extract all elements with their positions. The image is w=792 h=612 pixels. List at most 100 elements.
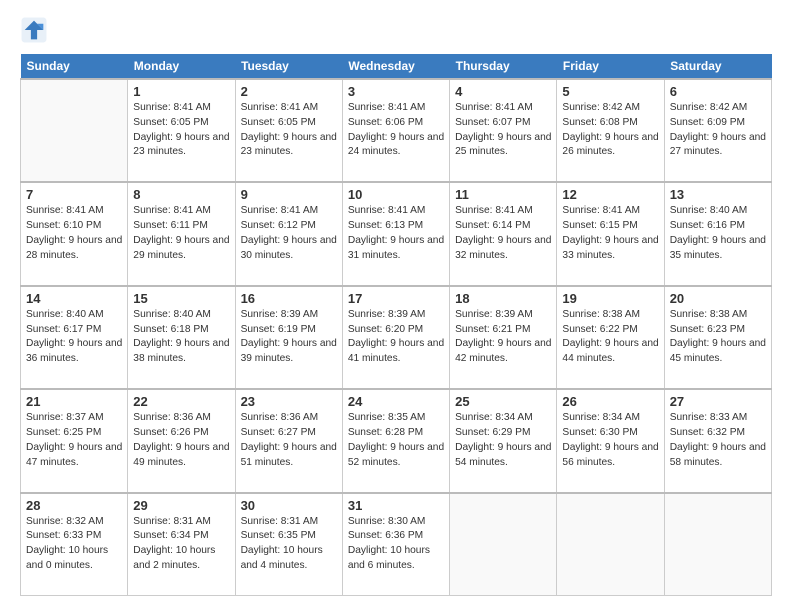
day-number: 14 [26,291,122,306]
day-number: 19 [562,291,658,306]
day-number: 31 [348,498,444,513]
calendar-cell: 4Sunrise: 8:41 AM Sunset: 6:07 PM Daylig… [450,79,557,182]
day-number: 8 [133,187,229,202]
day-number: 28 [26,498,122,513]
day-info: Sunrise: 8:38 AM Sunset: 6:23 PM Dayligh… [670,308,766,367]
week-row-4: 21 Sunrise: 8:37 AM Sunset: 6:25 PM Dayli… [21,389,772,492]
day-number: 9 [241,187,337,202]
day-info: Sunrise: 8:36 AM Sunset: 6:26 PM Dayligh… [133,411,229,470]
day-info: Sunrise: 8:31 AM Sunset: 6:35 PM Dayligh… [241,515,337,574]
day-info: Sunrise: 8:41 AM Sunset: 6:05 PM Dayligh… [241,101,337,160]
calendar-cell: 9 Sunrise: 8:41 AM Sunset: 6:12 PM Daylig… [235,182,342,285]
day-info: Sunrise: 8:33 AM Sunset: 6:32 PM Dayligh… [670,411,766,470]
day-info: Sunrise: 8:40 AM Sunset: 6:17 PM Dayligh… [26,308,122,367]
week-row-3: 14 Sunrise: 8:40 AM Sunset: 6:17 PM Dayli… [21,286,772,389]
day-number: 10 [348,187,444,202]
day-number: 22 [133,394,229,409]
calendar-cell: 29 Sunrise: 8:31 AM Sunset: 6:34 PM Dayli… [128,493,235,596]
day-info: Sunrise: 8:31 AM Sunset: 6:34 PM Dayligh… [133,515,229,574]
calendar-cell: 3 Sunrise: 8:41 AM Sunset: 6:06 PM Daylig… [342,79,449,182]
weekday-monday: Monday [128,54,235,79]
day-number: 23 [241,394,337,409]
calendar-cell: 13Sunrise: 8:40 AM Sunset: 6:16 PM Dayli… [664,182,771,285]
weekday-saturday: Saturday [664,54,771,79]
calendar-cell: 7 Sunrise: 8:41 AM Sunset: 6:10 PM Daylig… [21,182,128,285]
weekday-friday: Friday [557,54,664,79]
calendar-cell: 21 Sunrise: 8:37 AM Sunset: 6:25 PM Dayli… [21,389,128,492]
calendar-cell: 10 Sunrise: 8:41 AM Sunset: 6:13 PM Dayli… [342,182,449,285]
calendar-cell: 16 Sunrise: 8:39 AM Sunset: 6:19 PM Dayli… [235,286,342,389]
calendar-cell: 17Sunrise: 8:39 AM Sunset: 6:20 PM Dayli… [342,286,449,389]
day-info: Sunrise: 8:37 AM Sunset: 6:25 PM Dayligh… [26,411,122,470]
day-info: Sunrise: 8:38 AM Sunset: 6:22 PM Dayligh… [562,308,658,367]
logo [20,16,52,44]
day-number: 21 [26,394,122,409]
calendar-cell: 24 Sunrise: 8:35 AM Sunset: 6:28 PM Dayli… [342,389,449,492]
day-number: 3 [348,84,444,99]
day-number: 4 [455,84,551,99]
calendar-cell: 26 Sunrise: 8:34 AM Sunset: 6:30 PM Dayli… [557,389,664,492]
day-number: 16 [241,291,337,306]
day-info: Sunrise: 8:34 AM Sunset: 6:29 PM Dayligh… [455,411,551,470]
day-info: Sunrise: 8:40 AM Sunset: 6:16 PM Dayligh… [670,204,766,263]
calendar-cell: 19 Sunrise: 8:38 AM Sunset: 6:22 PM Dayli… [557,286,664,389]
day-number: 2 [241,84,337,99]
day-number: 26 [562,394,658,409]
day-number: 29 [133,498,229,513]
calendar-cell: 25 Sunrise: 8:34 AM Sunset: 6:29 PM Dayli… [450,389,557,492]
calendar-table: SundayMondayTuesdayWednesdayThursdayFrid… [20,54,772,596]
day-number: 15 [133,291,229,306]
calendar-cell: 6 Sunrise: 8:42 AM Sunset: 6:09 PM Daylig… [664,79,771,182]
day-info: Sunrise: 8:40 AM Sunset: 6:18 PM Dayligh… [133,308,229,367]
day-info: Sunrise: 8:39 AM Sunset: 6:20 PM Dayligh… [348,308,444,367]
page: SundayMondayTuesdayWednesdayThursdayFrid… [0,0,792,612]
calendar-cell: 1Sunrise: 8:41 AM Sunset: 6:05 PM Daylig… [128,79,235,182]
calendar-cell: 15 Sunrise: 8:40 AM Sunset: 6:18 PM Dayli… [128,286,235,389]
calendar-cell: 5Sunrise: 8:42 AM Sunset: 6:08 PM Daylig… [557,79,664,182]
day-number: 18 [455,291,551,306]
weekday-wednesday: Wednesday [342,54,449,79]
calendar-cell [21,79,128,182]
day-number: 1 [133,84,229,99]
calendar-cell: 12 Sunrise: 8:41 AM Sunset: 6:15 PM Dayli… [557,182,664,285]
day-info: Sunrise: 8:41 AM Sunset: 6:15 PM Dayligh… [562,204,658,263]
calendar-cell [664,493,771,596]
day-number: 24 [348,394,444,409]
weekday-header-row: SundayMondayTuesdayWednesdayThursdayFrid… [21,54,772,79]
day-number: 20 [670,291,766,306]
calendar-cell: 20 Sunrise: 8:38 AM Sunset: 6:23 PM Dayli… [664,286,771,389]
day-info: Sunrise: 8:35 AM Sunset: 6:28 PM Dayligh… [348,411,444,470]
day-number: 7 [26,187,122,202]
day-info: Sunrise: 8:34 AM Sunset: 6:30 PM Dayligh… [562,411,658,470]
weekday-sunday: Sunday [21,54,128,79]
day-info: Sunrise: 8:39 AM Sunset: 6:21 PM Dayligh… [455,308,551,367]
day-info: Sunrise: 8:41 AM Sunset: 6:12 PM Dayligh… [241,204,337,263]
day-number: 27 [670,394,766,409]
calendar-cell: 23Sunrise: 8:36 AM Sunset: 6:27 PM Dayli… [235,389,342,492]
header [20,16,772,44]
calendar-cell [450,493,557,596]
calendar-cell: 28 Sunrise: 8:32 AM Sunset: 6:33 PM Dayli… [21,493,128,596]
weekday-tuesday: Tuesday [235,54,342,79]
week-row-5: 28 Sunrise: 8:32 AM Sunset: 6:33 PM Dayli… [21,493,772,596]
logo-icon [20,16,48,44]
weekday-thursday: Thursday [450,54,557,79]
calendar-cell: 14 Sunrise: 8:40 AM Sunset: 6:17 PM Dayli… [21,286,128,389]
day-number: 12 [562,187,658,202]
day-info: Sunrise: 8:41 AM Sunset: 6:13 PM Dayligh… [348,204,444,263]
day-number: 6 [670,84,766,99]
calendar-cell: 18 Sunrise: 8:39 AM Sunset: 6:21 PM Dayli… [450,286,557,389]
day-info: Sunrise: 8:32 AM Sunset: 6:33 PM Dayligh… [26,515,122,574]
calendar-cell: 31 Sunrise: 8:30 AM Sunset: 6:36 PM Dayli… [342,493,449,596]
day-info: Sunrise: 8:41 AM Sunset: 6:10 PM Dayligh… [26,204,122,263]
calendar-cell: 8 Sunrise: 8:41 AM Sunset: 6:11 PM Daylig… [128,182,235,285]
day-info: Sunrise: 8:41 AM Sunset: 6:11 PM Dayligh… [133,204,229,263]
calendar-cell: 2 Sunrise: 8:41 AM Sunset: 6:05 PM Daylig… [235,79,342,182]
day-info: Sunrise: 8:42 AM Sunset: 6:09 PM Dayligh… [670,101,766,160]
day-info: Sunrise: 8:39 AM Sunset: 6:19 PM Dayligh… [241,308,337,367]
calendar-cell: 30Sunrise: 8:31 AM Sunset: 6:35 PM Dayli… [235,493,342,596]
day-number: 25 [455,394,551,409]
day-info: Sunrise: 8:30 AM Sunset: 6:36 PM Dayligh… [348,515,444,574]
calendar-cell: 11Sunrise: 8:41 AM Sunset: 6:14 PM Dayli… [450,182,557,285]
day-info: Sunrise: 8:41 AM Sunset: 6:06 PM Dayligh… [348,101,444,160]
